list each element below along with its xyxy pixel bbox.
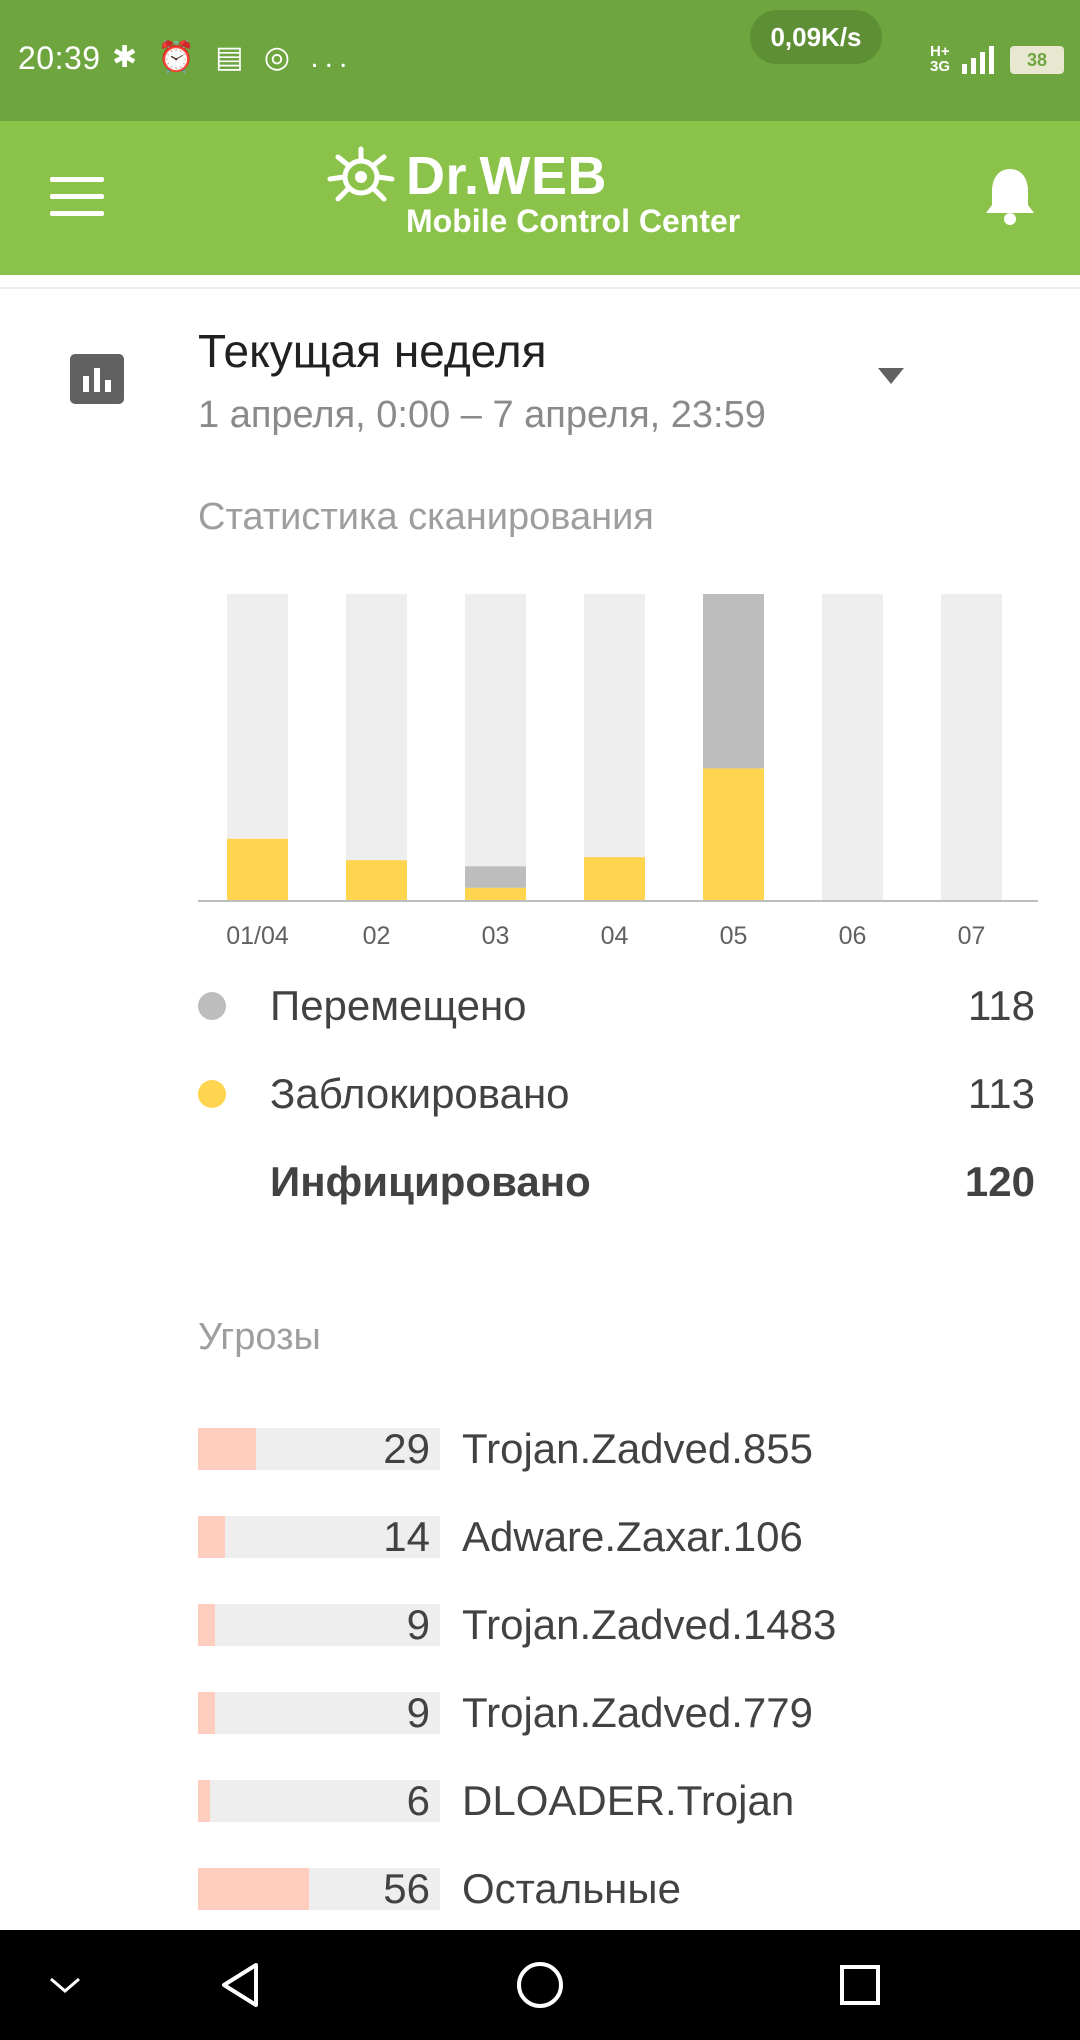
bar-blocked	[584, 857, 645, 900]
threat-bar-track: 9	[198, 1692, 440, 1734]
logo-subtitle: Mobile Control Center	[406, 203, 741, 239]
threat-row[interactable]: 29 Trojan.Zadved.855	[198, 1424, 1058, 1474]
status-bar: 20:39 ✱ ⏰ ▤ ◎ ... 0,09K/s H+ 3G 38	[0, 0, 1080, 121]
bar-track	[584, 594, 645, 900]
bar-chart-icon	[70, 354, 124, 404]
threat-name: Trojan.Zadved.1483	[462, 1601, 837, 1648]
legend-value-blocked: 113	[968, 1070, 1035, 1117]
divider	[0, 287, 1080, 289]
threat-bar-fill	[198, 1780, 211, 1822]
total-infected-label: Инфицировано	[270, 1158, 591, 1205]
threats-label: Угрозы	[198, 1316, 321, 1358]
x-tick-label: 01/04	[226, 922, 289, 950]
threat-count: 56	[383, 1865, 430, 1912]
threat-count: 9	[406, 1689, 430, 1736]
status-time: 20:39	[18, 40, 101, 76]
bar-track	[822, 594, 883, 900]
threat-row[interactable]: 6 DLOADER.Trojan	[198, 1776, 1058, 1826]
bar-track	[465, 594, 526, 900]
legend-value-moved: 118	[968, 982, 1035, 1029]
threat-row[interactable]: 14 Adware.Zaxar.106	[198, 1512, 1058, 1562]
signal-icon	[960, 44, 1000, 81]
x-tick-label: 03	[482, 922, 510, 950]
threat-count: 9	[406, 1601, 430, 1648]
status-notification-icons: ✱ ⏰ ▤ ◎ ...	[112, 41, 354, 74]
threat-name: DLOADER.Trojan	[462, 1777, 795, 1824]
x-tick-label: 07	[958, 922, 986, 950]
chevron-down-icon[interactable]	[30, 1930, 100, 2040]
logo-name: Dr.WEB	[406, 146, 608, 206]
threat-bar-fill	[198, 1604, 215, 1646]
threat-bar-fill	[198, 1516, 225, 1558]
bell-icon[interactable]	[984, 165, 1036, 227]
threat-row[interactable]: 56 Остальные	[198, 1864, 1058, 1914]
network-type-hplus: H+	[930, 43, 950, 60]
legend-dot-blocked	[198, 1080, 226, 1108]
period-title[interactable]: Текущая неделя	[198, 324, 546, 378]
threat-bar-track: 14	[198, 1516, 440, 1558]
bar-track	[941, 594, 1002, 900]
threat-count: 6	[406, 1777, 430, 1824]
hamburger-menu-icon[interactable]	[50, 177, 104, 217]
recents-square-icon[interactable]	[820, 1930, 900, 2040]
legend-label-blocked: Заблокировано	[270, 1070, 570, 1117]
x-tick-label: 06	[839, 922, 867, 950]
threat-count: 14	[383, 1513, 430, 1560]
threat-bar-track: 29	[198, 1428, 440, 1470]
threat-bar-fill	[198, 1692, 215, 1734]
bar-blocked	[703, 768, 764, 900]
bar-blocked	[227, 838, 288, 900]
network-type: H+ 3G	[930, 44, 950, 74]
threat-bar-track: 56	[198, 1868, 440, 1910]
threat-name: Adware.Zaxar.106	[462, 1513, 803, 1560]
scan-statistics-chart: 01/04 02 03 04 05 06 07	[198, 594, 1038, 950]
x-tick-label: 02	[363, 922, 391, 950]
battery-icon: 38	[1010, 46, 1064, 74]
total-infected-value: 120	[964, 1158, 1035, 1205]
home-circle-icon[interactable]	[500, 1930, 580, 2040]
threat-row[interactable]: 9 Trojan.Zadved.1483	[198, 1600, 1058, 1650]
bar-track	[346, 594, 407, 900]
back-triangle-icon[interactable]	[200, 1930, 280, 2040]
period-range: 1 апреля, 0:00 – 7 апреля, 23:59	[198, 394, 766, 436]
network-type-3g: 3G	[930, 58, 951, 75]
spider-logo-icon	[327, 146, 395, 202]
bar-moved	[465, 866, 526, 888]
legend-dot-moved	[198, 992, 226, 1020]
x-tick-label: 04	[601, 922, 629, 950]
drweb-logo: Dr.WEB Mobile Control Center	[326, 145, 766, 245]
dropdown-arrow-icon[interactable]	[876, 366, 906, 386]
bar-blocked	[346, 860, 407, 900]
x-tick-label: 05	[720, 922, 748, 950]
threat-bar-track: 6	[198, 1780, 440, 1822]
scan-statistics-label: Статистика сканирования	[198, 496, 654, 538]
threat-name: Остальные	[462, 1865, 681, 1912]
bar-moved	[703, 594, 764, 769]
app-bar: Dr.WEB Mobile Control Center	[0, 121, 1080, 275]
threat-bar-fill	[198, 1868, 310, 1910]
system-nav-bar	[0, 1930, 1080, 2040]
threat-name: Trojan.Zadved.855	[462, 1425, 813, 1472]
threat-row[interactable]: 9 Trojan.Zadved.779	[198, 1688, 1058, 1738]
network-speed-badge: 0,09K/s	[750, 10, 882, 64]
legend-label-moved: Перемещено	[270, 982, 527, 1029]
threat-bar-fill	[198, 1428, 257, 1470]
bar-blocked	[465, 887, 526, 900]
threat-name: Trojan.Zadved.779	[462, 1689, 813, 1736]
threat-count: 29	[383, 1425, 430, 1472]
threat-bar-track: 9	[198, 1604, 440, 1646]
